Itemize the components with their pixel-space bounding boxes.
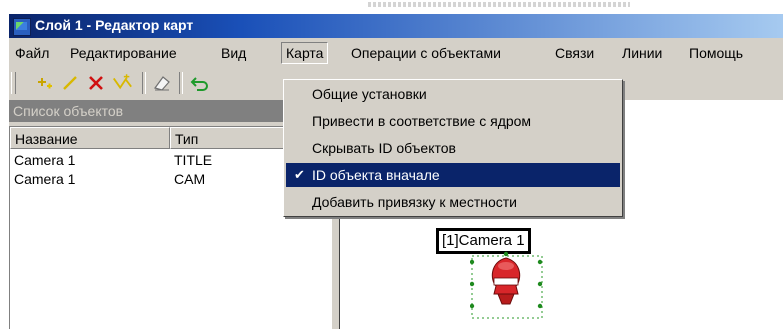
menu-lines[interactable]: Линии — [618, 43, 666, 63]
menu-file[interactable]: Файл — [11, 43, 53, 63]
menu-bar: Файл Редактирование Вид Карта Операции с… — [9, 40, 783, 66]
table-row[interactable]: Camera 1 CAM — [10, 170, 330, 188]
menu-object-operations[interactable]: Операции с объектами — [347, 43, 505, 63]
undo-icon[interactable] — [189, 72, 211, 94]
checkmark-icon: ✔ — [294, 167, 305, 182]
menu-item-general-settings[interactable]: Общие установки — [286, 82, 620, 106]
menu-view[interactable]: Вид — [217, 43, 250, 63]
table-row[interactable]: Camera 1 TITLE — [10, 151, 330, 169]
window-title: Слой 1 - Редактор карт — [35, 17, 194, 33]
menu-help[interactable]: Помощь — [685, 43, 747, 63]
menu-item-label: Скрывать ID объектов — [312, 140, 456, 156]
camera-icon[interactable] — [469, 250, 550, 329]
menu-item-sync-with-core[interactable]: Привести в соответствие с ядром — [286, 109, 620, 133]
toolbar-separator — [179, 72, 183, 94]
menu-item-label: ID объекта вначале — [312, 167, 440, 183]
menu-item-label: Привести в соответствие с ядром — [312, 113, 532, 129]
toolbar-separator — [142, 72, 146, 94]
cell-name: Camera 1 — [14, 152, 76, 168]
menu-item-label: Добавить привязку к местности — [312, 194, 517, 210]
draw-line-icon[interactable] — [59, 72, 81, 94]
menu-links[interactable]: Связи — [551, 43, 598, 63]
map-menu-dropdown: Общие установки Привести в соответствие … — [283, 79, 623, 217]
menu-item-hide-object-ids[interactable]: Скрывать ID объектов — [286, 136, 620, 160]
toolbar-grip[interactable] — [11, 72, 16, 94]
background-text-fragment — [368, 2, 630, 7]
add-object-icon[interactable] — [33, 72, 55, 94]
menu-item-add-geo-binding[interactable]: Добавить привязку к местности — [286, 190, 620, 214]
cell-type: TITLE — [174, 152, 213, 168]
column-header-name[interactable]: Название — [10, 127, 170, 149]
menu-edit[interactable]: Редактирование — [66, 43, 181, 63]
title-bar[interactable]: Слой 1 - Редактор карт — [9, 14, 783, 38]
background-strip — [0, 0, 783, 14]
menu-item-label: Общие установки — [312, 86, 427, 102]
link-nodes-icon[interactable] — [111, 72, 133, 94]
cell-type: CAM — [174, 171, 206, 187]
delete-icon[interactable] — [85, 72, 107, 94]
menu-item-id-first[interactable]: ✔ ID объекта вначале — [286, 163, 620, 187]
eraser-icon[interactable] — [151, 72, 173, 94]
app-icon — [13, 18, 31, 36]
cell-name: Camera 1 — [14, 171, 76, 187]
menu-map[interactable]: Карта — [281, 42, 329, 64]
